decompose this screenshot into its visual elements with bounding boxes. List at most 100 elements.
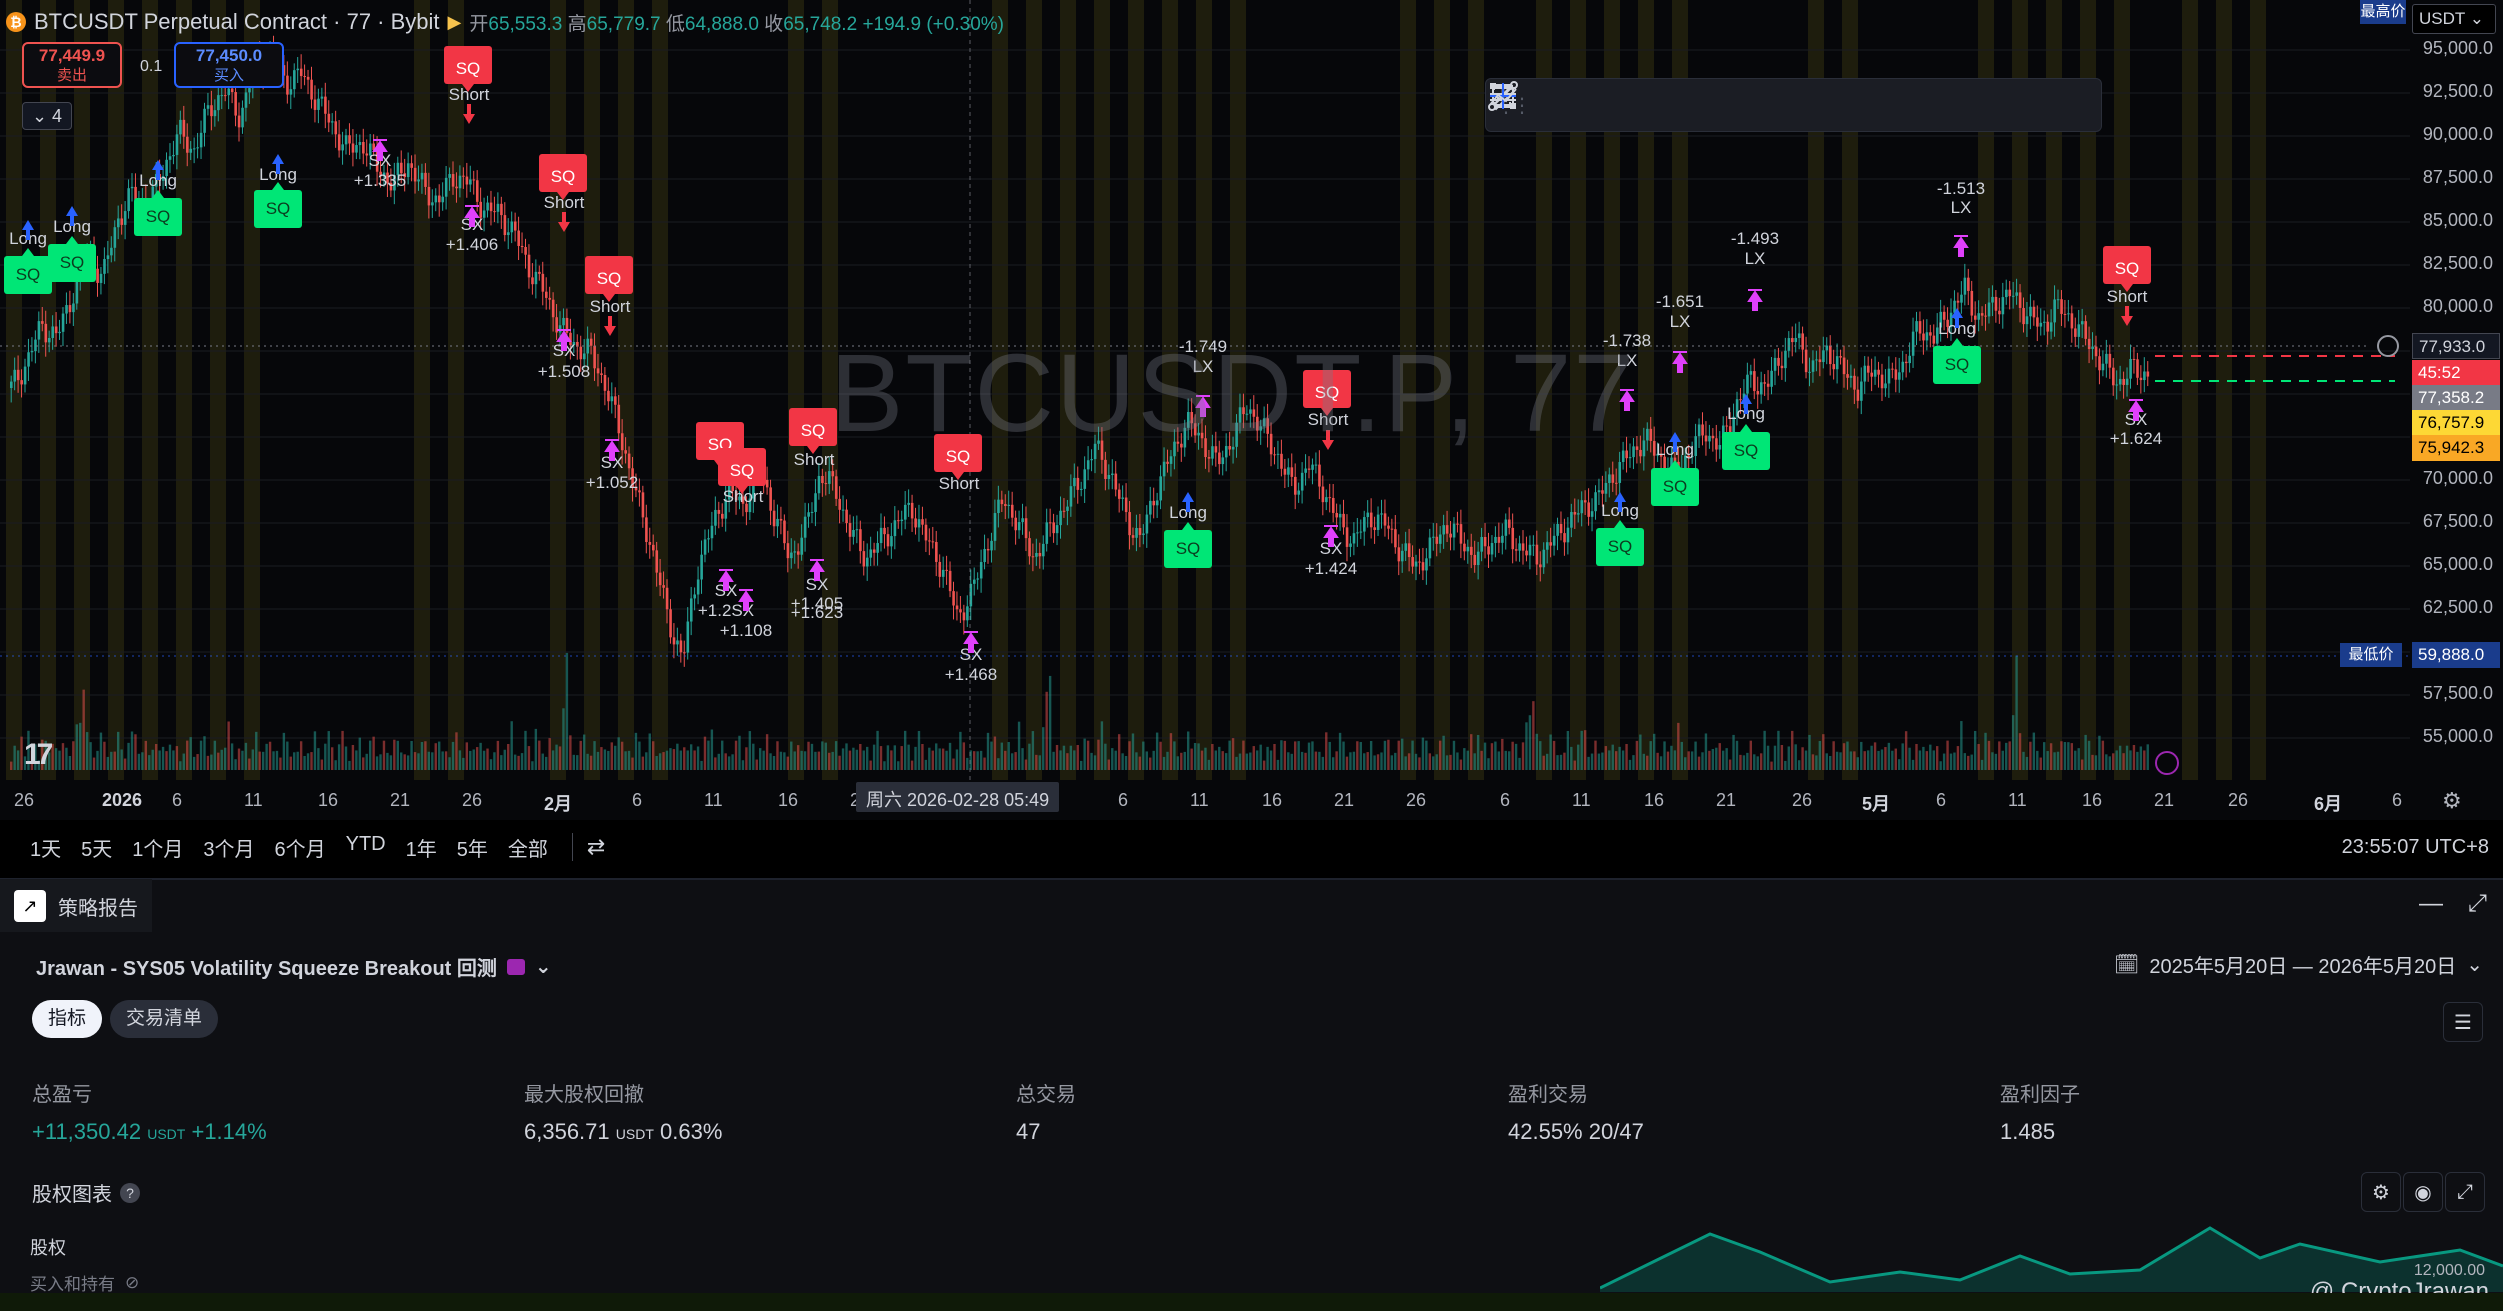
candle-body — [431, 202, 434, 206]
volume-bar — [1980, 759, 1984, 770]
session-band — [108, 0, 124, 780]
camera-icon[interactable]: ◉ — [2403, 1172, 2443, 1212]
candle-body — [1055, 525, 1059, 534]
tab-metrics[interactable]: 指标 — [32, 1000, 103, 1038]
candle-body — [410, 163, 413, 168]
volume-bar — [1642, 753, 1646, 770]
volume-bar — [2129, 750, 2132, 770]
report-menu-icon[interactable]: ☰ — [2443, 1002, 2483, 1042]
volume-bar — [1273, 744, 1276, 770]
eye-hidden-icon[interactable]: ⊘ — [125, 1273, 139, 1293]
path-icon[interactable] — [1489, 83, 2082, 127]
volume-bar — [1207, 759, 1211, 770]
candle-body — [907, 502, 911, 505]
candle-body — [1777, 357, 1780, 366]
time-axis[interactable]: 2620266111621262月6111621263月611162126611… — [0, 780, 2503, 820]
brush-icon[interactable] — [1490, 83, 1822, 127]
equity-legend-label: 股权 — [30, 1238, 66, 1258]
volume-bar — [828, 752, 831, 770]
candle-body — [700, 554, 703, 580]
candle-body — [551, 299, 555, 318]
clock-timezone[interactable]: 23:55:07 UTC+8 — [2342, 836, 2489, 859]
volume-bar — [824, 742, 827, 770]
text-tool-icon[interactable] — [1493, 83, 1926, 127]
tab-trade-list[interactable]: 交易清单 — [110, 1000, 219, 1038]
pitchfork-icon[interactable] — [1490, 83, 1666, 127]
candle-body — [890, 536, 893, 547]
candle-body — [1870, 372, 1874, 377]
report-date-range[interactable]: 🗓 2025年5月20日 — 2026年5月20日 ⌄ — [2114, 950, 2483, 979]
candle-body — [500, 203, 503, 216]
candle-body — [645, 517, 648, 543]
chevron-down-icon[interactable]: ⌄ — [535, 954, 552, 979]
symbol-title[interactable]: BTCUSDT Perpetual Contract · 77 · Bybit — [34, 9, 440, 35]
sell-order-button[interactable]: 77,449.9 卖出 — [22, 42, 122, 88]
volume-bar — [1014, 752, 1017, 770]
parallel-lines-icon[interactable] — [1490, 83, 1614, 127]
volume-bar — [1815, 755, 1818, 770]
range-button[interactable]: 6个月 — [265, 833, 336, 862]
expand-icon[interactable]: ⤢ — [2445, 1172, 2485, 1212]
volume-bar — [986, 732, 990, 770]
volume-bar — [959, 731, 962, 770]
volume-bar — [872, 744, 876, 770]
volume-bar — [1722, 750, 1725, 770]
range-button[interactable]: YTD — [336, 833, 396, 862]
fib-retracement-icon[interactable] — [1490, 83, 1562, 127]
range-button[interactable]: 3个月 — [193, 833, 264, 862]
date-range-picker-icon[interactable]: ⇄ — [587, 834, 605, 860]
price-chart[interactable]: SQ SQ SQ SQ SQ SQ SQ SQ SQ SQ SQ SQ SQ SQ SQ SQ SQ SQ Long… — [0, 0, 2410, 780]
candle-body — [2132, 358, 2136, 360]
volume-bar — [689, 744, 693, 770]
range-button[interactable]: 5天 — [71, 833, 122, 862]
volume-bar — [1411, 740, 1414, 770]
volume-bar — [427, 751, 431, 770]
maximize-panel-icon[interactable]: ⤢ — [2468, 890, 2487, 918]
bottom-panel-header: ↗ 策略报告 — ⤢ — [0, 878, 2503, 933]
buy-order-button[interactable]: 77,450.0 买入 — [174, 42, 284, 88]
volume-bar — [1611, 744, 1614, 770]
volume-bar — [20, 736, 23, 770]
collapse-indicators-button[interactable]: ⌄ 4 — [22, 102, 72, 130]
crosshair-icon[interactable] — [1490, 83, 2030, 127]
candle-body — [1873, 369, 1877, 377]
axis-settings-gear-icon[interactable]: ⚙ — [2442, 788, 2462, 814]
range-button[interactable]: 5年 — [447, 833, 498, 862]
exit-arrow-icon — [1747, 289, 1763, 311]
date-range-icon[interactable] — [1492, 83, 1718, 127]
range-button[interactable]: 全部 — [498, 833, 558, 862]
range-button[interactable]: 1天 — [20, 833, 71, 862]
trend-line-icon[interactable] — [1488, 81, 1874, 127]
volume-bar — [1825, 753, 1828, 770]
help-icon[interactable]: ? — [120, 1182, 140, 1203]
currency-select[interactable]: USDT ⌄ — [2412, 4, 2496, 34]
strategy-settings-icon[interactable] — [506, 958, 525, 975]
minimize-panel-icon[interactable]: — — [2419, 890, 2443, 918]
candle-body — [1804, 349, 1808, 373]
calendar-icon: 🗓 — [2114, 954, 2140, 976]
candle-body — [351, 143, 355, 153]
volume-bar — [2005, 742, 2008, 770]
tab-strategy-report[interactable]: ↗ 策略报告 — [0, 879, 152, 933]
price-range-icon[interactable] — [1494, 83, 1978, 127]
candle-body — [1142, 533, 1145, 535]
candle-body — [627, 453, 631, 469]
rectangle-icon[interactable] — [1490, 83, 1770, 127]
candle-body — [1352, 533, 1356, 544]
volume-bar — [1425, 740, 1428, 770]
volume-bar — [1376, 754, 1380, 770]
time-tick: 6 — [1118, 790, 1129, 810]
chart-settings-icon[interactable]: ⚙ — [2361, 1172, 2401, 1212]
buyhold-legend[interactable]: 买入和持有 ⊘ — [30, 1270, 139, 1295]
range-button[interactable]: 1年 — [396, 833, 447, 862]
volume-bar — [866, 746, 869, 770]
volume-bar — [1104, 743, 1107, 770]
candle-body — [241, 107, 244, 128]
volume-bar — [1866, 750, 1870, 770]
strategy-title[interactable]: Jrawan - SYS05 Volatility Squeeze Breako… — [36, 952, 552, 981]
range-button[interactable]: 1个月 — [122, 833, 193, 862]
price-axis[interactable]: 最高价 USDT ⌄ 95,000.0 92,500.0 90,000.0 87,50… — [2340, 0, 2503, 780]
volume-bar — [1090, 752, 1093, 770]
candle-body — [1611, 474, 1615, 483]
candle-body — [451, 174, 455, 187]
